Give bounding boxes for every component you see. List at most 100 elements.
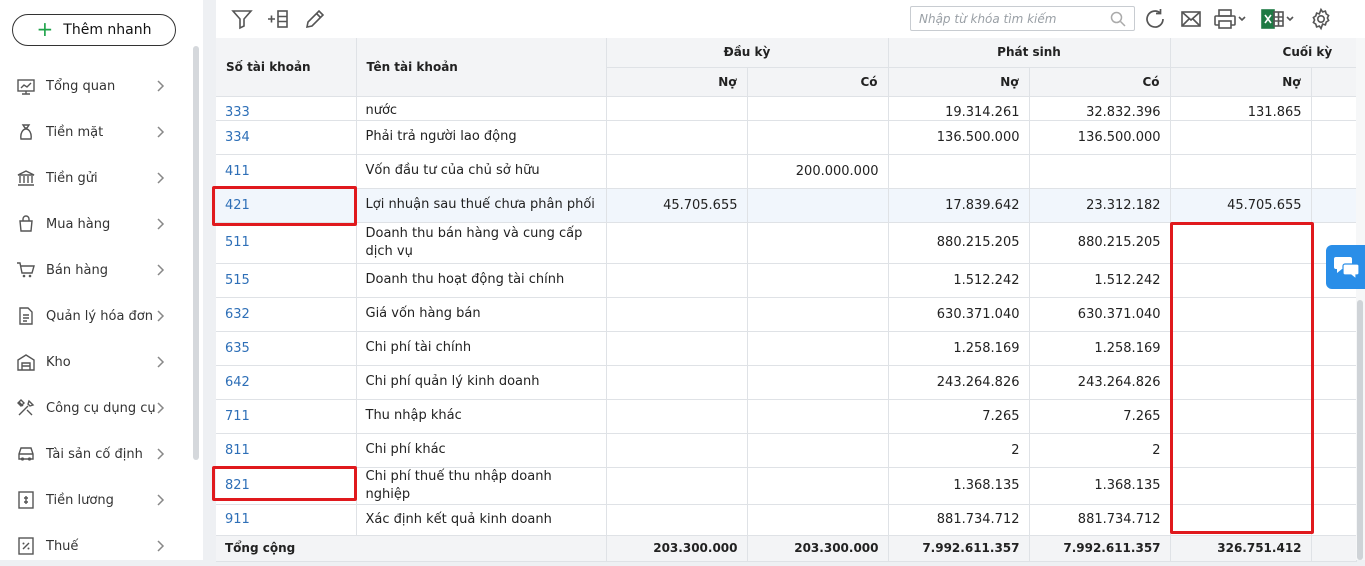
sidebar-item[interactable]: Tổng quan — [0, 66, 180, 106]
total-closing-credit — [1311, 535, 1357, 562]
table-scrollbar[interactable] — [1356, 38, 1365, 560]
opening-debit — [606, 154, 748, 189]
opening-credit — [747, 399, 889, 434]
opening-credit — [747, 433, 889, 468]
print-icon[interactable] — [1213, 7, 1247, 31]
table-row[interactable]: 411 Vốn đầu tư của chủ sở hữu 200.000.000 — [216, 154, 1357, 189]
sidebar-item[interactable]: Tài sản cố định — [0, 434, 180, 474]
sidebar-scrollbar[interactable] — [193, 46, 199, 460]
sidebar-item[interactable]: Bán hàng — [0, 250, 180, 290]
header-closing-credit[interactable] — [1311, 67, 1357, 97]
search-input[interactable] — [919, 7, 1109, 30]
opening-debit — [606, 222, 748, 264]
chat-support-button[interactable] — [1326, 245, 1365, 289]
opening-debit — [606, 297, 748, 332]
movement-debit: 136.500.000 — [888, 120, 1030, 155]
account-number-link[interactable]: 515 — [216, 263, 357, 298]
total-opening-credit: 203.300.000 — [747, 535, 889, 562]
movement-credit: 32.832.396 — [1029, 96, 1171, 121]
search-icon[interactable] — [1110, 11, 1126, 27]
movement-credit: 2 — [1029, 433, 1171, 468]
chevron-right-icon — [157, 448, 165, 460]
warehouse-icon — [17, 354, 35, 371]
add-row-icon[interactable] — [266, 7, 290, 31]
account-number-link[interactable]: 711 — [216, 399, 357, 434]
chevron-right-icon — [157, 540, 165, 552]
filter-icon[interactable] — [230, 7, 254, 31]
header-closing-debit[interactable]: Nợ — [1170, 67, 1312, 97]
tax-icon — [18, 537, 34, 555]
closing-credit — [1311, 365, 1357, 400]
scrollbar-thumb[interactable] — [1357, 300, 1363, 560]
table-row[interactable]: 334 Phải trả người lao động 136.500.000 136… — [216, 120, 1357, 155]
chevron-right-icon — [157, 310, 165, 322]
header-movement-credit[interactable]: Có — [1029, 67, 1171, 97]
total-opening-debit: 203.300.000 — [606, 535, 748, 562]
account-number-link[interactable]: 632 — [216, 297, 357, 332]
movement-debit: 630.371.040 — [888, 297, 1030, 332]
movement-credit: 881.734.712 — [1029, 504, 1171, 536]
invoice-icon — [19, 307, 33, 325]
refresh-icon[interactable] — [1143, 7, 1167, 31]
closing-credit — [1311, 96, 1357, 121]
sidebar-item[interactable]: Kho — [0, 342, 180, 382]
shopping-bag-icon — [19, 215, 33, 232]
opening-credit — [747, 365, 889, 400]
header-account-no[interactable]: Số tài khoản — [216, 38, 357, 97]
sidebar-item-label: Quản lý hóa đơn — [46, 308, 153, 324]
total-closing-debit: 326.751.412 — [1170, 535, 1312, 562]
sidebar-item[interactable]: Tiền gửi — [0, 158, 180, 198]
toolbar — [216, 0, 1365, 38]
sidebar-item[interactable]: Công cụ dụng cụ — [0, 388, 180, 428]
account-name: Chi phí quản lý kinh doanh — [356, 365, 607, 400]
opening-credit: 200.000.000 — [747, 154, 889, 189]
chevron-right-icon — [157, 172, 165, 184]
account-number-link[interactable]: 411 — [216, 154, 357, 189]
opening-debit — [606, 331, 748, 366]
header-opening-debit[interactable]: Nợ — [606, 67, 748, 97]
table-row[interactable]: 333 nước 19.314.261 32.832.396 131.865 — [216, 96, 1357, 121]
total-movement-debit: 7.992.611.357 — [888, 535, 1030, 562]
opening-credit — [747, 331, 889, 366]
movement-credit: 630.371.040 — [1029, 297, 1171, 332]
account-number-link[interactable]: 333 — [216, 96, 357, 121]
sidebar-item[interactable]: Tiền lương — [0, 480, 180, 520]
sidebar-item[interactable]: Quản lý hóa đơn — [0, 296, 180, 336]
closing-credit — [1311, 188, 1357, 223]
account-number-link[interactable]: 511 — [216, 222, 357, 264]
closing-credit — [1311, 331, 1357, 366]
header-opening-credit[interactable]: Có — [747, 67, 889, 97]
sidebar-item-label: Tài sản cố định — [46, 446, 143, 462]
quick-add-label: Thêm nhanh — [63, 22, 152, 38]
total-label: Tổng cộng — [216, 535, 607, 562]
sidebar: + Thêm nhanh Tổng quan Tiền mặt Tiền gửi Mu… — [0, 0, 203, 560]
search-box[interactable] — [910, 6, 1135, 31]
sidebar-item[interactable]: Mua hàng — [0, 204, 180, 244]
settings-gear-icon[interactable] — [1309, 7, 1333, 31]
account-number-link[interactable]: 635 — [216, 331, 357, 366]
chevron-right-icon — [157, 218, 165, 230]
movement-credit: 7.265 — [1029, 399, 1171, 434]
highlight-box-closing-debit — [1170, 222, 1314, 534]
dashboard-icon — [17, 79, 35, 95]
sidebar-item[interactable]: Thuế — [0, 526, 180, 566]
quick-add-button[interactable]: + Thêm nhanh — [12, 14, 176, 46]
account-number-link[interactable]: 334 — [216, 120, 357, 155]
header-movement-debit[interactable]: Nợ — [888, 67, 1030, 97]
excel-export-icon[interactable] — [1259, 7, 1295, 31]
sidebar-item[interactable]: Tiền mặt — [0, 112, 180, 152]
header-account-name[interactable]: Tên tài khoản — [356, 38, 607, 97]
account-number-link[interactable]: 911 — [216, 504, 357, 536]
mail-icon[interactable] — [1179, 7, 1203, 31]
movement-credit — [1029, 154, 1171, 189]
account-number-link[interactable]: 642 — [216, 365, 357, 400]
total-movement-credit: 7.992.611.357 — [1029, 535, 1171, 562]
table-row[interactable]: 421 Lợi nhuận sau thuế chưa phân phối 45.7… — [216, 188, 1357, 223]
opening-debit — [606, 365, 748, 400]
highlight-box-821 — [212, 466, 357, 501]
header-opening: Đầu kỳ — [606, 38, 889, 68]
edit-icon[interactable] — [303, 7, 327, 31]
account-number-link[interactable]: 811 — [216, 433, 357, 468]
opening-credit — [747, 120, 889, 155]
sidebar-item-label: Mua hàng — [46, 216, 111, 232]
